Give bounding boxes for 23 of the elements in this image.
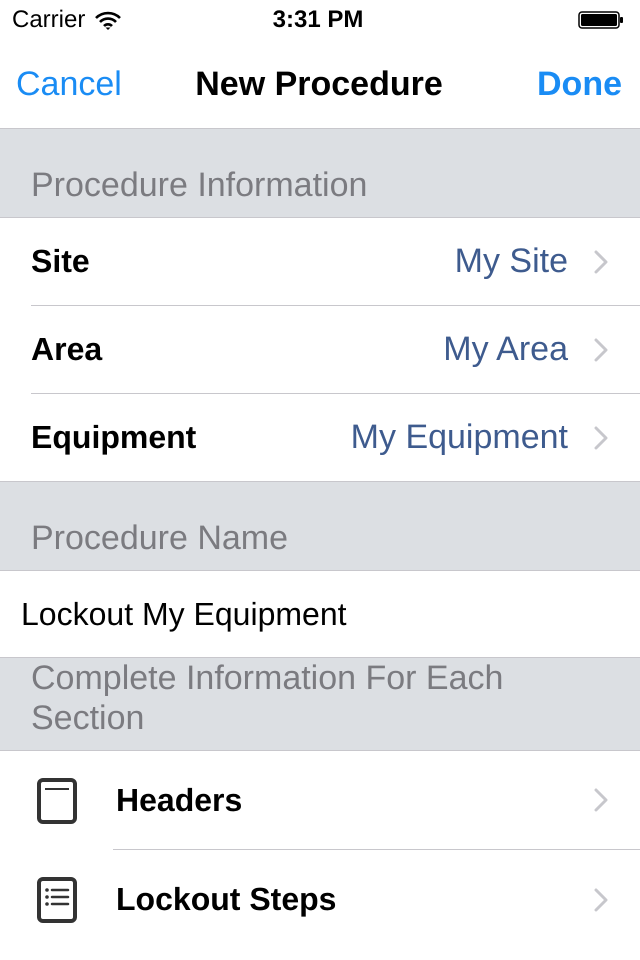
section-header: Complete Information For Each Section: [31, 658, 504, 738]
row-value: My Equipment: [350, 418, 568, 457]
table-row[interactable]: Headers: [0, 751, 640, 850]
row-value: My Area: [443, 330, 568, 369]
wifi-icon: [95, 10, 122, 30]
chevron-icon: [594, 250, 608, 274]
battery-icon: [578, 11, 624, 29]
section-header: Procedure Name: [31, 518, 288, 558]
table-row[interactable]: Lockout Steps: [0, 850, 640, 949]
table-row[interactable]: Equipment My Equipment: [31, 394, 640, 481]
carrier-text: Carrier: [12, 6, 86, 34]
section-header: Procedure Information: [31, 165, 368, 205]
nav-title: New Procedure: [195, 64, 443, 104]
list-icon: [37, 876, 77, 922]
time-text: 3:31 PM: [272, 6, 364, 34]
chevron-icon: [594, 788, 608, 812]
table-row[interactable]: Site My Site: [31, 218, 640, 306]
chevron-icon: [594, 888, 608, 912]
row-value: My Site: [454, 242, 568, 281]
page-icon: [37, 778, 77, 824]
chevron-icon: [594, 338, 608, 362]
table-row[interactable]: Area My Area: [31, 306, 640, 394]
chevron-icon: [594, 426, 608, 450]
